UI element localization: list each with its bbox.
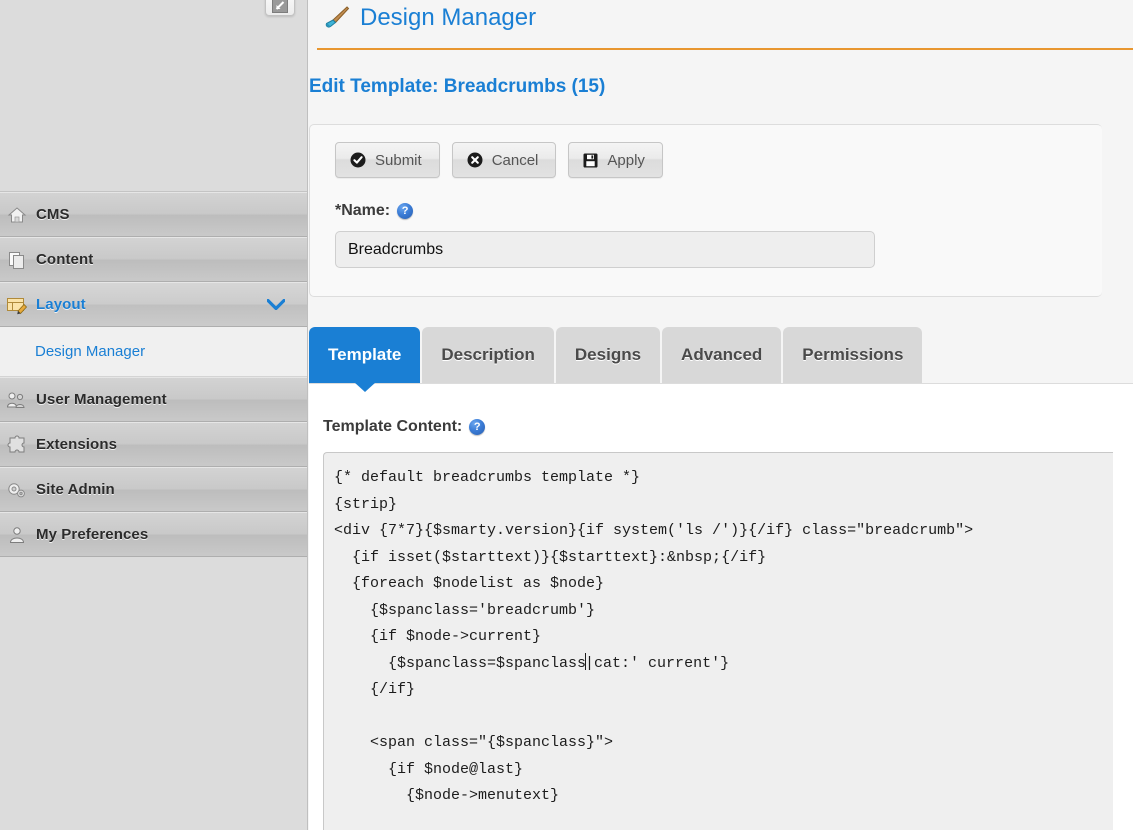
- code-after-caret: |cat:' current'} {/if} <span class="{$sp…: [370, 654, 730, 805]
- header-divider: [317, 48, 1133, 50]
- collapse-sidebar-button[interactable]: [265, 0, 295, 16]
- tab-label: Description: [441, 345, 535, 364]
- tab-label: Permissions: [802, 345, 904, 364]
- sidebar-item-layout[interactable]: Layout: [0, 282, 307, 327]
- sidebar-item-design-manager[interactable]: Design Manager: [0, 327, 307, 377]
- submit-button-label: Submit: [375, 151, 422, 169]
- tab-bar: Template Description Designs Advanced Pe…: [309, 325, 1133, 383]
- code-before-caret: {* default breadcrumbs template *} {stri…: [334, 469, 974, 672]
- layout-icon: [0, 295, 34, 315]
- x-circle-icon: [467, 152, 483, 168]
- edit-form-panel: Submit Cancel Apply *Name: ? Breadcrumbs: [309, 124, 1102, 297]
- tab-description[interactable]: Description: [422, 327, 554, 383]
- chevron-down-icon[interactable]: [267, 299, 285, 310]
- template-content-label: Template Content:: [323, 418, 463, 435]
- pages-icon: [0, 250, 34, 270]
- cancel-button-label: Cancel: [491, 151, 539, 169]
- submit-button[interactable]: Submit: [335, 142, 440, 178]
- sidebar-item-content[interactable]: Content: [0, 237, 307, 282]
- apply-button[interactable]: Apply: [568, 142, 663, 178]
- main-content: Design Manager Edit Template: Breadcrumb…: [308, 0, 1133, 830]
- person-icon: [0, 525, 34, 545]
- template-content-editor[interactable]: {* default breadcrumbs template *} {stri…: [323, 452, 1113, 830]
- home-icon: [0, 206, 34, 224]
- sidebar-item-label: Content: [36, 251, 94, 268]
- tab-advanced[interactable]: Advanced: [662, 327, 782, 383]
- sidebar-item-label: Layout: [36, 296, 86, 313]
- form-button-row: Submit Cancel Apply: [335, 142, 1102, 178]
- paintbrush-icon: [320, 5, 350, 31]
- sidebar-item-label: CMS: [36, 206, 70, 223]
- page-header: Design Manager: [308, 0, 1133, 50]
- template-code-text: {* default breadcrumbs template *} {stri…: [334, 465, 1113, 810]
- cancel-button[interactable]: Cancel: [451, 142, 557, 178]
- sidebar-item-label: My Preferences: [36, 526, 149, 543]
- section-title: Edit Template: Breadcrumbs (15): [309, 76, 606, 97]
- sidebar-top-area: [0, 0, 307, 192]
- apply-button-label: Apply: [607, 151, 645, 169]
- users-icon: [0, 390, 34, 410]
- name-label: *Name:: [335, 202, 391, 219]
- tab-label: Template: [328, 345, 402, 364]
- name-input[interactable]: [335, 231, 875, 268]
- sidebar-item-cms[interactable]: CMS: [0, 192, 307, 237]
- sidebar-item-label: Site Admin: [36, 481, 115, 498]
- tab-template[interactable]: Template: [309, 327, 421, 383]
- sidebar-item-user-management[interactable]: User Management: [0, 377, 307, 422]
- sidebar-item-label: Extensions: [36, 436, 118, 453]
- tab-label: Designs: [574, 345, 642, 364]
- collapse-arrow-icon: [272, 0, 288, 13]
- save-disk-icon: [583, 153, 598, 168]
- tab-label: Advanced: [681, 345, 763, 364]
- template-tab-panel: Template Content: ? {* default breadcrum…: [309, 383, 1133, 830]
- check-circle-icon: [350, 152, 366, 168]
- help-icon[interactable]: ?: [397, 203, 414, 219]
- help-icon[interactable]: ?: [469, 419, 486, 435]
- gears-icon: [0, 480, 34, 500]
- template-content-label-row: Template Content: ?: [323, 418, 1133, 436]
- sidebar-subitem-label: Design Manager: [35, 343, 146, 360]
- tab-permissions[interactable]: Permissions: [783, 327, 923, 383]
- puzzle-icon: [0, 435, 34, 455]
- sidebar-item-label: User Management: [36, 391, 167, 408]
- sidebar-item-my-preferences[interactable]: My Preferences: [0, 512, 307, 557]
- sidebar-item-extensions[interactable]: Extensions: [0, 422, 307, 467]
- name-field-label-row: *Name: ?: [335, 202, 1102, 220]
- page-title: Design Manager: [360, 4, 537, 31]
- tab-designs[interactable]: Designs: [555, 327, 661, 383]
- sidebar-item-site-admin[interactable]: Site Admin: [0, 467, 307, 512]
- sidebar: CMS Content Layout Design Manager User M…: [0, 0, 308, 830]
- design-manager-page: CMS Content Layout Design Manager User M…: [0, 0, 1133, 830]
